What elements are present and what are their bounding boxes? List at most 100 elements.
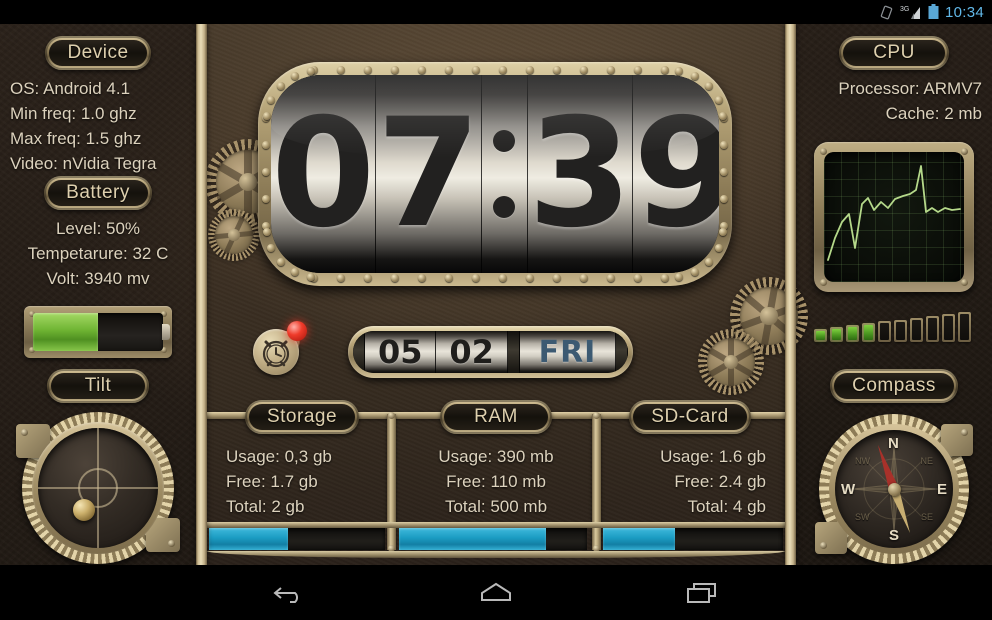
bezel-rivet	[720, 114, 728, 122]
bezel-rivet	[391, 274, 399, 282]
stats-bottom-rail	[207, 551, 785, 558]
tilt-bubble-glass	[38, 428, 158, 548]
bezel-rivet	[661, 274, 669, 282]
bezel-rivet	[306, 273, 315, 282]
storage-total: Total: 2 gb	[226, 497, 305, 516]
panel-rail-left	[196, 24, 207, 565]
colon-dot-upper	[493, 130, 516, 152]
sdcard-progress-fill	[603, 528, 675, 550]
battery-title: Battery	[66, 182, 130, 203]
stat-block-sdcard: SD-Card Usage: 1.6 gb Free: 2.4 gb Total…	[597, 400, 783, 519]
date-day: 02	[449, 333, 494, 371]
bezel-rivet	[553, 66, 561, 74]
bezel-rivet	[675, 66, 684, 75]
bezel-rivet	[262, 141, 270, 149]
3g-signal-icon: 3G	[900, 4, 922, 20]
cpu-led-bar	[814, 311, 971, 342]
storage-progress-track	[209, 528, 385, 550]
cpu-load-leds	[814, 311, 971, 342]
bezel-rivet	[719, 227, 728, 236]
cpu-header[interactable]: CPU	[839, 36, 949, 70]
bezel-rivet	[337, 274, 345, 282]
ram-progress-track	[399, 528, 587, 550]
cpu-processor: Processor: ARMV7	[838, 79, 982, 98]
device-info-min-freq: Min freq: 1.0 ghz	[10, 104, 137, 123]
date-weekday: FRI	[538, 334, 597, 370]
clock-reel-hour-ones: 7	[376, 75, 482, 273]
bezel-rivet	[499, 274, 507, 282]
android-screen: 3G 10:34 Device OS: Android 4.1 Min freq…	[0, 0, 992, 620]
clock-reel-minute-ones: 9	[633, 75, 719, 273]
home-icon[interactable]	[468, 573, 524, 613]
alarm-clock-icon[interactable]	[253, 321, 307, 375]
cpu-led-segment	[878, 321, 891, 342]
bezel-rivet	[719, 112, 728, 121]
back-icon[interactable]	[262, 573, 318, 613]
battery-gauge	[24, 306, 172, 358]
cpu-led-segment	[894, 319, 907, 342]
cpu-led-segment	[862, 323, 875, 342]
sdcard-header[interactable]: SD-Card	[629, 400, 751, 434]
bezel-rivet	[634, 274, 642, 282]
left-panel: Device OS: Android 4.1 Min freq: 1.0 ghz…	[0, 24, 196, 565]
cpu-title: CPU	[873, 42, 915, 63]
bezel-rivet	[526, 66, 534, 74]
storage-usage: Usage: 0,3 gb	[226, 447, 332, 466]
bezel-rivet	[364, 66, 372, 74]
bezel-rivet	[720, 141, 728, 149]
ram-free: Free: 110 mb	[446, 472, 546, 491]
date-widget[interactable]: 05 02 FRI	[348, 326, 633, 378]
bezel-rivet	[720, 195, 728, 203]
bezel-rivet	[675, 273, 684, 282]
bezel-rivet	[418, 274, 426, 282]
ram-title: RAM	[474, 406, 518, 427]
bezel-rivet	[661, 66, 669, 74]
recents-icon[interactable]	[674, 573, 730, 613]
colon-dot-lower	[493, 196, 516, 218]
clock-digit: 3	[527, 87, 633, 261]
date-reel-weekday: FRI	[519, 331, 617, 373]
tilt-header[interactable]: Tilt	[46, 369, 150, 403]
cpu-oscilloscope[interactable]	[814, 142, 974, 292]
bezel-rivet	[418, 66, 426, 74]
sdcard-title: SD-Card	[651, 406, 729, 427]
cpu-load-trace	[827, 165, 961, 261]
tilt-ball	[72, 498, 95, 521]
device-header[interactable]: Device	[45, 36, 151, 70]
right-panel: CPU Processor: ARMV7 Cache: 2 mb Compass…	[796, 24, 992, 565]
bezel-rivet	[262, 112, 271, 121]
storage-progress-fill	[209, 528, 289, 550]
stat-block-storage: Storage Usage: 0,3 gb Free: 1.7 gb Total…	[209, 400, 395, 519]
compass-widget[interactable]: N E S W NE SE SW NW	[815, 414, 973, 564]
date-month: 05	[377, 333, 423, 371]
bezel-rivet	[445, 274, 453, 282]
storage-header[interactable]: Storage	[244, 400, 360, 434]
bezel-rivet	[262, 222, 270, 230]
ram-header[interactable]: RAM	[440, 400, 552, 434]
battery-header[interactable]: Battery	[44, 176, 152, 210]
bezel-rivet	[445, 66, 453, 74]
bezel-rivet	[364, 274, 372, 282]
clock-digit: 7	[376, 87, 481, 261]
alarm-status-led	[287, 321, 307, 341]
gear-decor-left-small	[208, 209, 260, 261]
tilt-indicator[interactable]	[16, 412, 180, 564]
status-bar-clock: 10:34	[944, 3, 984, 21]
compass-header[interactable]: Compass	[830, 369, 958, 403]
clock-reel-minute-tens: 3	[527, 75, 634, 273]
clock-digit: 9	[633, 87, 719, 261]
sdcard-info-list: Usage: 1.6 gb Free: 2.4 gb Total: 4 gb	[614, 444, 766, 519]
cpu-cache: Cache: 2 mb	[885, 104, 982, 123]
cpu-led-segment	[814, 329, 827, 342]
date-reel-edge-left	[353, 331, 365, 373]
bezel-rivet	[391, 66, 399, 74]
clock-widget[interactable]: 0 7 3 9	[258, 62, 732, 286]
bezel-rivet	[720, 168, 728, 176]
date-display: 05 02 FRI	[353, 331, 628, 373]
bezel-rivet	[580, 274, 588, 282]
storage-title: Storage	[266, 406, 338, 427]
status-bar: 3G 10:34	[0, 0, 992, 24]
bezel-rivet	[306, 66, 315, 75]
bezel-rivet	[262, 227, 271, 236]
sdcard-total: Total: 4 gb	[687, 497, 766, 516]
